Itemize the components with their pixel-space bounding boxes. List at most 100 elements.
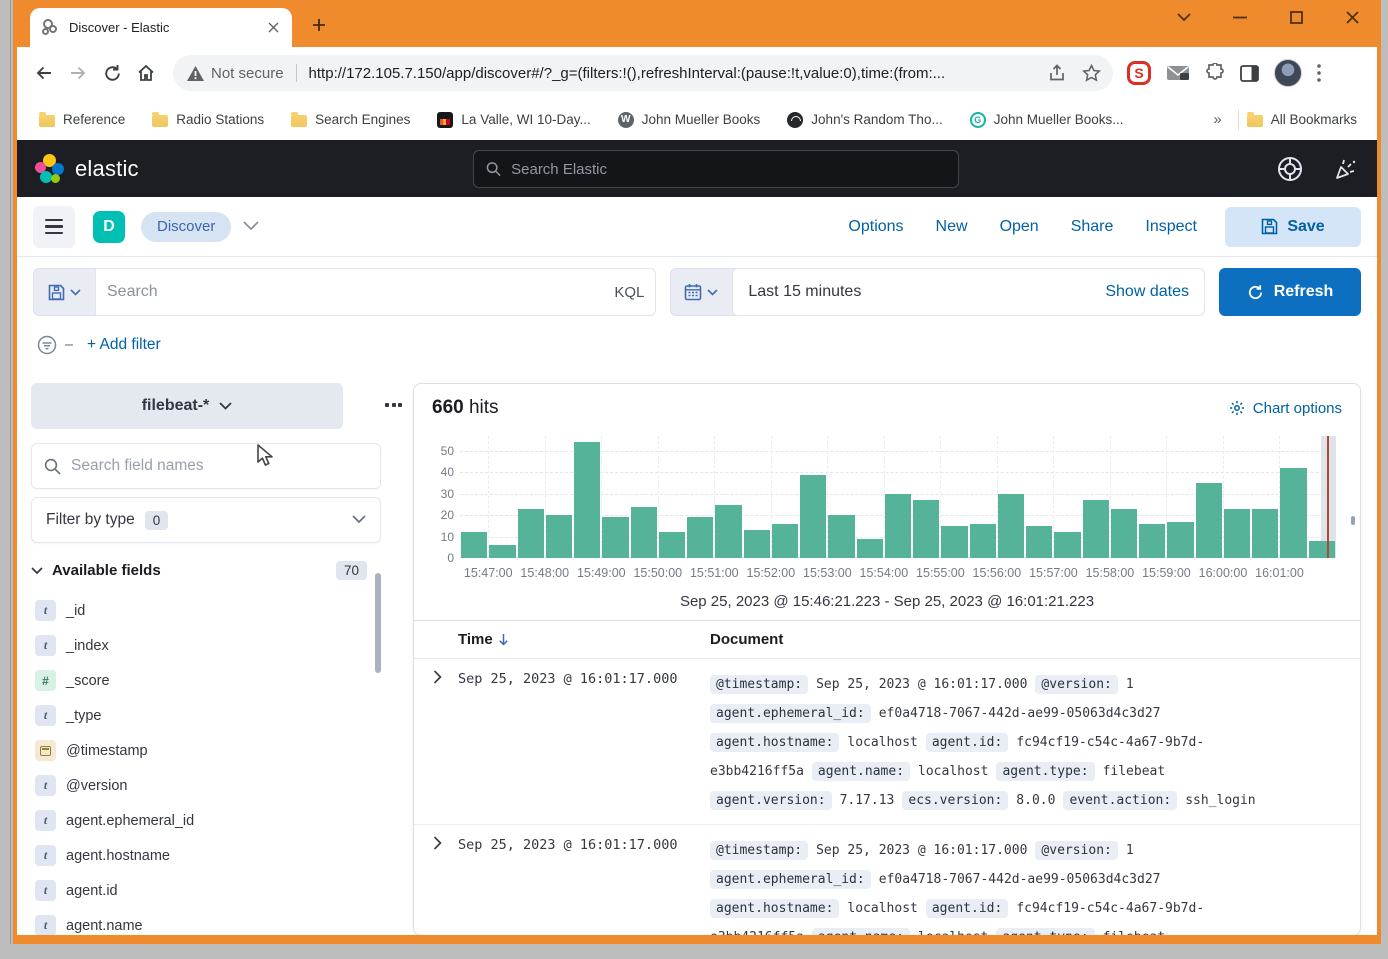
url-bar[interactable]: Not secure http://172.105.7.150/app/disc…	[173, 55, 1113, 91]
field-name-chip[interactable]: agent.type:	[996, 762, 1094, 781]
available-fields-header[interactable]: Available fields 70	[31, 561, 381, 580]
bookmark-item[interactable]: John's Random Tho...	[787, 112, 942, 128]
maximize-button[interactable]	[1285, 6, 1307, 28]
field-item[interactable]: tagent.hostname	[31, 838, 371, 873]
nav-link-open[interactable]: Open	[1000, 218, 1039, 236]
field-item[interactable]: t@version	[31, 768, 371, 803]
help-icon[interactable]	[1277, 156, 1303, 182]
ellipsis-icon[interactable]	[385, 403, 402, 407]
url-text[interactable]: http://172.105.7.150/app/discover#/?_g=(…	[309, 65, 1038, 82]
histogram-bar[interactable]	[857, 539, 883, 558]
bookmark-item[interactable]: Radio Stations	[152, 112, 264, 127]
side-panel-icon[interactable]	[1240, 65, 1259, 82]
nav-link-share[interactable]: Share	[1071, 218, 1114, 236]
profile-avatar[interactable]	[1274, 59, 1302, 87]
histogram-bar[interactable]	[1167, 522, 1193, 558]
field-name-chip[interactable]: ecs.version:	[902, 791, 1008, 810]
save-button[interactable]: Save	[1225, 207, 1361, 247]
field-name-chip[interactable]: event.action:	[1063, 791, 1177, 810]
field-name-chip[interactable]: @version:	[1035, 841, 1117, 860]
histogram-bar[interactable]	[744, 530, 770, 558]
bookmark-item[interactable]: WJohn Mueller Books	[618, 112, 761, 128]
histogram-bar[interactable]	[659, 532, 685, 558]
field-item[interactable]: t_index	[31, 628, 371, 663]
extension-mail-icon[interactable]	[1166, 63, 1190, 83]
field-name-chip[interactable]: agent.type:	[996, 928, 1094, 935]
histogram-bar[interactable]	[602, 517, 628, 558]
field-item[interactable]: #_score	[31, 663, 371, 698]
expand-row-button[interactable]	[414, 836, 458, 935]
breadcrumb[interactable]: Discover	[141, 212, 231, 242]
extension-shield-icon[interactable]: S	[1127, 61, 1151, 85]
all-bookmarks-button[interactable]: All Bookmarks	[1247, 112, 1357, 127]
reload-icon[interactable]	[95, 56, 129, 90]
field-name-chip[interactable]: agent.version:	[710, 791, 832, 810]
field-name-chip[interactable]: agent.ephemeral_id:	[710, 704, 871, 723]
histogram-bar[interactable]	[828, 515, 854, 558]
field-name-chip[interactable]: agent.name:	[812, 928, 910, 935]
field-name-chip[interactable]: agent.id:	[926, 733, 1008, 752]
histogram-bar[interactable]	[631, 507, 657, 558]
nav-link-inspect[interactable]: Inspect	[1145, 218, 1197, 236]
histogram-bar[interactable]	[546, 515, 572, 558]
histogram-bar[interactable]	[941, 526, 967, 558]
field-item[interactable]: tagent.name	[31, 908, 371, 935]
share-icon[interactable]	[1048, 64, 1066, 82]
global-search-box[interactable]	[473, 150, 959, 188]
histogram-bar[interactable]	[913, 500, 939, 558]
histogram-bar[interactable]	[687, 517, 713, 558]
saved-query-menu-button[interactable]	[33, 268, 95, 316]
extensions-puzzle-icon[interactable]	[1205, 63, 1225, 83]
histogram-bar[interactable]	[1280, 468, 1306, 558]
bookmark-star-icon[interactable]	[1082, 64, 1101, 83]
add-filter-button[interactable]: + Add filter	[87, 336, 161, 354]
histogram-bar[interactable]	[574, 442, 600, 558]
field-name-chip[interactable]: agent.name:	[812, 762, 910, 781]
histogram-bar[interactable]	[489, 545, 515, 558]
field-item[interactable]: @timestamp	[31, 733, 371, 768]
field-search-input[interactable]	[71, 457, 368, 475]
back-icon[interactable]	[27, 56, 61, 90]
bookmark-item[interactable]: GJohn Mueller Books...	[970, 112, 1124, 128]
tab-search-icon[interactable]	[1173, 6, 1195, 28]
filter-by-type-select[interactable]: Filter by type 0	[31, 497, 381, 543]
home-icon[interactable]	[129, 56, 163, 90]
field-name-chip[interactable]: agent.hostname:	[710, 899, 839, 918]
global-search-input[interactable]	[511, 161, 946, 178]
histogram-bar[interactable]	[970, 524, 996, 558]
histogram-bar[interactable]	[998, 494, 1024, 558]
histogram-bar[interactable]	[772, 524, 798, 558]
field-name-chip[interactable]: agent.hostname:	[710, 733, 839, 752]
histogram-bar[interactable]	[1252, 509, 1278, 558]
tab-close-icon[interactable]	[264, 19, 282, 37]
histogram-bar[interactable]	[1111, 509, 1137, 558]
bookmarks-overflow-button[interactable]: »	[1205, 111, 1229, 128]
bookmark-item[interactable]: Search Engines	[291, 112, 410, 127]
time-range-value[interactable]: Last 15 minutes	[748, 283, 861, 301]
menu-hamburger-icon[interactable]	[33, 206, 75, 248]
field-name-chip[interactable]: agent.ephemeral_id:	[710, 870, 871, 889]
index-pattern-select[interactable]: filebeat-*	[31, 383, 343, 429]
time-column-header[interactable]: Time	[458, 631, 493, 648]
show-dates-button[interactable]: Show dates	[1105, 283, 1189, 301]
sidebar-scrollbar[interactable]	[375, 573, 381, 673]
field-item[interactable]: tagent.ephemeral_id	[31, 803, 371, 838]
sort-descending-icon[interactable]	[498, 633, 509, 646]
elastic-brand[interactable]: elastic	[35, 154, 139, 184]
breadcrumb-caret-icon[interactable]	[243, 218, 259, 236]
filter-icon[interactable]	[37, 335, 57, 355]
field-item[interactable]: tagent.id	[31, 873, 371, 908]
histogram-chart[interactable]: 01020304050	[460, 436, 1334, 558]
browser-tab[interactable]: Discover - Elastic	[30, 8, 292, 47]
chart-options-button[interactable]: Chart options	[1229, 400, 1342, 417]
field-search-box[interactable]	[31, 443, 381, 489]
not-secure-warning[interactable]: Not secure	[187, 65, 284, 82]
histogram-bar[interactable]	[1083, 500, 1109, 558]
histogram-bar[interactable]	[461, 532, 487, 558]
close-window-button[interactable]	[1341, 6, 1363, 28]
histogram-bar[interactable]	[1196, 483, 1222, 558]
histogram-bar[interactable]	[1026, 526, 1052, 558]
field-item[interactable]: t_id	[31, 593, 371, 628]
query-language-button[interactable]: KQL	[614, 284, 644, 301]
field-name-chip[interactable]: @timestamp:	[710, 841, 808, 860]
